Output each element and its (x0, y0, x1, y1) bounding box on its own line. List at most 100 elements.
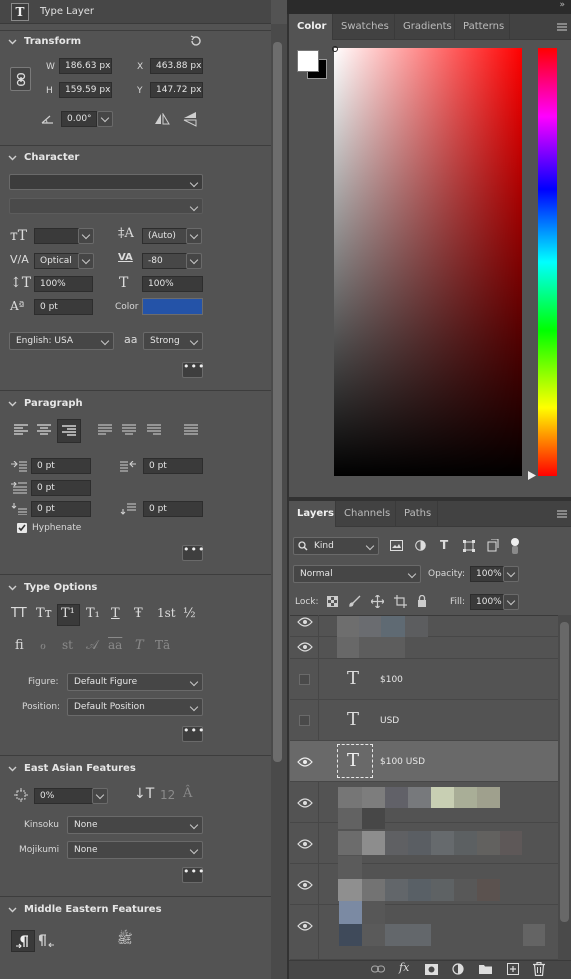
font-size-field[interactable] (34, 228, 79, 244)
x-field[interactable]: 463.88 px (150, 58, 203, 74)
kinsoku-dropdown[interactable]: None (67, 816, 203, 834)
lock-all-icon[interactable] (417, 595, 427, 607)
layers-scroll-thumb[interactable] (560, 622, 569, 922)
anti-alias-dropdown[interactable]: Strong (143, 332, 203, 350)
panel-menu-icon[interactable] (557, 23, 567, 31)
y-field[interactable]: 147.72 px (150, 82, 203, 98)
horizontal-scale-field[interactable]: 100% (142, 276, 203, 292)
flip-horizontal-icon[interactable] (154, 113, 170, 125)
mojikumi-dropdown[interactable]: None (67, 841, 203, 859)
tsume-field[interactable]: 0% (34, 788, 93, 804)
link-layers-icon[interactable] (371, 965, 385, 973)
filter-adjustment-icon[interactable] (415, 540, 426, 551)
ornaments-icon[interactable]: Tā (155, 638, 170, 652)
east-asian-more-button[interactable]: ••• (182, 866, 204, 883)
all-caps-icon[interactable]: TT (11, 606, 27, 621)
indent-first-line-field[interactable]: 0 pt (31, 480, 91, 496)
hyphenate-checkbox[interactable] (17, 523, 27, 533)
hue-slider[interactable] (538, 48, 557, 476)
visibility-toggle[interactable] (299, 674, 310, 685)
collapse-panels-icon[interactable]: » (559, 0, 565, 10)
underline-icon[interactable]: T (111, 606, 120, 621)
align-center-icon[interactable] (37, 424, 51, 437)
figure-dropdown[interactable]: Default Figure (67, 673, 203, 691)
filter-toggle-knob[interactable] (511, 538, 519, 546)
tracking-field[interactable]: -80 (142, 253, 187, 269)
tab-channels[interactable]: Channels (336, 501, 396, 527)
type-options-more-button[interactable]: ••• (182, 725, 204, 742)
space-before-field[interactable]: 0 pt (31, 501, 91, 517)
fractions-icon[interactable]: ½ (183, 606, 196, 621)
chevron-down-icon[interactable] (8, 764, 17, 773)
filter-shape-icon[interactable] (463, 540, 475, 552)
font-style-dropdown[interactable] (9, 198, 203, 214)
flip-vertical-icon[interactable] (183, 111, 197, 127)
angle-dropdown[interactable] (97, 111, 113, 127)
tate-chu-yoko-icon[interactable]: 12 (160, 788, 175, 802)
old-style-icon[interactable]: st (62, 638, 73, 652)
leading-field[interactable]: (Auto) (142, 228, 187, 244)
tab-gradients[interactable]: Gradients (395, 14, 455, 40)
lock-position-icon[interactable] (371, 595, 384, 608)
tab-color[interactable]: Color (289, 14, 333, 40)
eye-icon[interactable] (297, 921, 313, 931)
foreground-color-swatch[interactable] (297, 50, 319, 72)
tsume-dropdown[interactable] (92, 788, 108, 804)
chevron-down-icon[interactable] (8, 153, 17, 162)
tab-paths[interactable]: Paths (396, 501, 438, 527)
eye-icon[interactable] (297, 798, 313, 808)
position-dropdown[interactable]: Default Position (67, 698, 203, 716)
hue-slider-handle-icon[interactable] (528, 471, 536, 480)
language-dropdown[interactable]: English: USA (9, 332, 114, 350)
layer-name[interactable]: USD (380, 716, 399, 726)
reset-transform-icon[interactable] (189, 34, 203, 48)
chevron-down-icon[interactable] (8, 905, 17, 914)
eye-icon[interactable] (297, 880, 313, 890)
ligatures-icon[interactable]: fi (15, 638, 24, 653)
kerning-field[interactable]: Optical (34, 253, 79, 269)
fx-icon[interactable]: fx (399, 961, 409, 974)
tracking-dropdown[interactable] (186, 253, 202, 269)
chevron-down-icon[interactable] (8, 399, 17, 408)
font-size-dropdown[interactable] (78, 228, 94, 244)
baseline-shift-field[interactable]: 0 pt (34, 299, 93, 315)
link-dimensions-button[interactable] (10, 67, 31, 91)
right-to-left-icon[interactable] (39, 934, 55, 947)
lock-image-pixels-icon[interactable] (349, 595, 361, 607)
ordinals-icon[interactable]: 1st (157, 606, 176, 620)
adjustment-layer-icon[interactable] (452, 963, 464, 975)
fill-field[interactable]: 100% (470, 594, 504, 610)
lock-artboard-icon[interactable] (394, 595, 407, 608)
layer-row-100[interactable] (290, 659, 558, 700)
paragraph-more-button[interactable]: ••• (182, 544, 204, 561)
align-left-icon[interactable] (14, 424, 28, 437)
aki-icon[interactable]: Â (183, 786, 192, 801)
subscript-icon[interactable]: T₁ (86, 606, 100, 621)
color-field[interactable] (334, 48, 522, 476)
space-after-field[interactable]: 0 pt (143, 501, 203, 517)
eye-icon[interactable] (297, 839, 313, 849)
filter-pixel-icon[interactable] (390, 540, 403, 551)
character-more-button[interactable]: ••• (182, 361, 204, 378)
layer-row-usd[interactable] (290, 700, 558, 741)
vertical-scale-field[interactable]: 100% (34, 276, 93, 292)
small-caps-icon[interactable]: Tт (36, 606, 52, 621)
layer-name[interactable]: $100 USD (380, 757, 425, 767)
indent-right-field[interactable]: 0 pt (143, 458, 203, 474)
chevron-down-icon[interactable] (8, 37, 17, 46)
filter-type-icon[interactable]: T (440, 538, 448, 552)
eye-icon[interactable] (297, 617, 313, 627)
new-layer-icon[interactable] (507, 963, 519, 975)
eye-icon[interactable] (297, 757, 313, 767)
font-family-dropdown[interactable] (9, 174, 203, 190)
blend-mode-dropdown[interactable]: Normal (293, 565, 421, 583)
ltr-direction-button[interactable] (11, 930, 35, 952)
opacity-field[interactable]: 100% (470, 566, 504, 582)
tab-swatches[interactable]: Swatches (333, 14, 395, 40)
justify-last-left-icon[interactable] (98, 424, 112, 437)
kerning-dropdown[interactable] (78, 253, 94, 269)
filter-toggle-icon[interactable] (512, 546, 518, 554)
layer-row-1[interactable] (290, 637, 558, 659)
justify-all-icon[interactable] (184, 424, 198, 437)
align-right-button[interactable] (57, 419, 81, 443)
